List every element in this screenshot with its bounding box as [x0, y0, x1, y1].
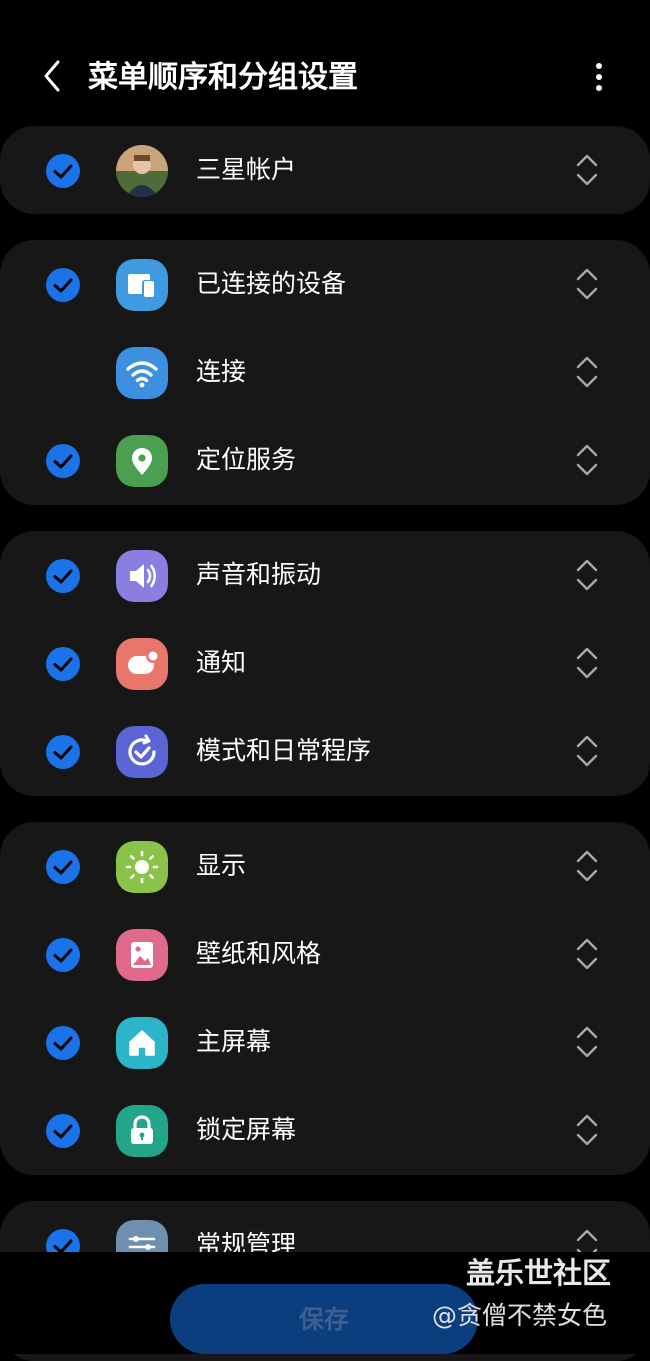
back-arrow-icon[interactable] — [34, 56, 74, 96]
menu-label: 主屏幕 — [196, 1027, 272, 1056]
menu-row-location[interactable]: 定位服务 — [0, 416, 650, 504]
menu-label: 显示 — [196, 851, 247, 880]
reorder-handle-icon[interactable] — [574, 1111, 600, 1149]
location-pin-icon — [116, 435, 168, 487]
group-card-display: 显示 壁纸和风格 主屏幕 锁定屏幕 — [0, 822, 650, 1175]
menu-row-samsung-account[interactable]: 三星帐户 — [0, 126, 650, 214]
reorder-handle-icon[interactable] — [574, 1023, 600, 1061]
modes-routines-icon — [116, 726, 168, 778]
checkbox-checked-icon[interactable] — [46, 850, 80, 884]
checkbox-checked-icon[interactable] — [46, 559, 80, 593]
page-title: 菜单顺序和分组设置 — [88, 60, 358, 95]
checkbox-checked-icon[interactable] — [46, 1114, 80, 1148]
app-header: 菜单顺序和分组设置 — [0, 0, 650, 120]
menu-row-connected-devices[interactable]: 已连接的设备 — [0, 240, 650, 328]
checkbox-checked-icon[interactable] — [46, 938, 80, 972]
menu-row-notifications[interactable]: 通知 — [0, 619, 650, 707]
reorder-handle-icon[interactable] — [574, 151, 600, 189]
reorder-handle-icon[interactable] — [574, 441, 600, 479]
reorder-handle-icon[interactable] — [574, 265, 600, 303]
menu-label: 三星帐户 — [196, 155, 297, 184]
menu-row-modes-routines[interactable]: 模式和日常程序 — [0, 707, 650, 795]
menu-row-sound[interactable]: 声音和振动 — [0, 531, 650, 619]
menu-label: 模式和日常程序 — [196, 736, 372, 765]
menu-row-connections[interactable]: 连接 — [0, 328, 650, 416]
checkbox-checked-icon[interactable] — [46, 1026, 80, 1060]
menu-label: 锁定屏幕 — [196, 1115, 297, 1144]
menu-label: 通知 — [196, 648, 247, 677]
menu-label: 壁纸和风格 — [196, 939, 322, 968]
wallpaper-icon — [116, 929, 168, 981]
reorder-handle-icon[interactable] — [574, 556, 600, 594]
sun-icon — [116, 841, 168, 893]
group-card-sound: 声音和振动 通知 模式和日常程序 — [0, 531, 650, 796]
group-card-account: 三星帐户 — [0, 126, 650, 214]
group-card-connections: 已连接的设备 连接 定位服务 — [0, 240, 650, 505]
reorder-handle-icon[interactable] — [574, 732, 600, 770]
home-icon — [116, 1017, 168, 1069]
checkbox-checked-icon[interactable] — [46, 735, 80, 769]
wifi-icon — [116, 347, 168, 399]
watermark-community: 盖乐世社区 — [466, 1256, 612, 1290]
menu-label: 已连接的设备 — [196, 269, 347, 298]
reorder-handle-icon[interactable] — [574, 847, 600, 885]
menu-row-wallpaper[interactable]: 壁纸和风格 — [0, 910, 650, 998]
save-button-label: 保存 — [298, 1306, 349, 1334]
speaker-icon — [116, 550, 168, 602]
menu-label: 声音和振动 — [196, 560, 322, 589]
menu-row-lock-screen[interactable]: 锁定屏幕 — [0, 1086, 650, 1174]
menu-label: 定位服务 — [196, 445, 297, 474]
notification-icon — [116, 638, 168, 690]
watermark-username: @贪僧不禁女色 — [432, 1301, 608, 1330]
checkbox-checked-icon[interactable] — [46, 647, 80, 681]
samsung-account-avatar — [116, 145, 168, 197]
menu-row-home-screen[interactable]: 主屏幕 — [0, 998, 650, 1086]
more-options-icon[interactable] — [585, 58, 613, 98]
menu-row-display[interactable]: 显示 — [0, 822, 650, 910]
checkbox-checked-icon[interactable] — [46, 154, 80, 188]
checkbox-checked-icon[interactable] — [46, 444, 80, 478]
connected-devices-icon — [116, 259, 168, 311]
reorder-handle-icon[interactable] — [574, 935, 600, 973]
lock-icon — [116, 1105, 168, 1157]
reorder-handle-icon[interactable] — [574, 644, 600, 682]
reorder-handle-icon[interactable] — [574, 353, 600, 391]
checkbox-checked-icon[interactable] — [46, 268, 80, 302]
menu-label: 连接 — [196, 357, 247, 386]
